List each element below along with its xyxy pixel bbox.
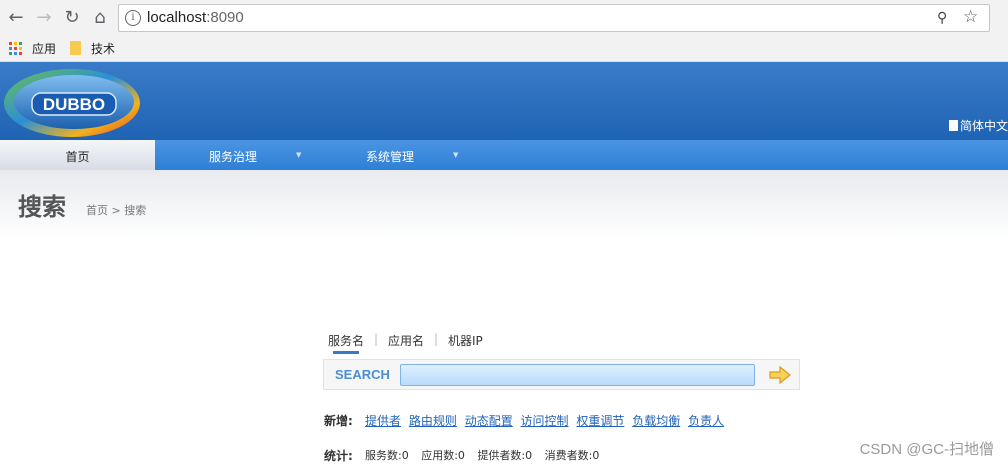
- breadcrumb[interactable]: 首页 > 搜索: [86, 202, 146, 218]
- page-title: 搜索: [18, 193, 66, 221]
- menu-home[interactable]: 首页: [0, 140, 155, 170]
- tab-separator: |: [374, 332, 379, 346]
- forward-icon[interactable]: →: [34, 8, 54, 28]
- bookmark-apps[interactable]: 应用: [32, 40, 56, 57]
- language-switch[interactable]: 简体中文: [948, 117, 1008, 134]
- menu-system-management[interactable]: 系统管理: [366, 140, 414, 170]
- address-bar[interactable]: i localhost:8090 ⚲ ☆: [118, 4, 990, 32]
- language-label: 简体中文: [959, 119, 1008, 133]
- statistics: 服务数:0 应用数:0 提供者数:0 消费者数:0: [365, 447, 608, 463]
- dropdown-arrow-icon[interactable]: ▼: [453, 151, 458, 159]
- add-provider-link[interactable]: 提供者: [365, 414, 401, 428]
- apps-grid-icon[interactable]: [9, 42, 22, 55]
- url-port: :8090: [206, 9, 244, 26]
- application-count: 应用数:0: [421, 449, 465, 462]
- document-icon: [948, 120, 958, 131]
- tab-application-name[interactable]: 应用名: [388, 332, 424, 349]
- tab-separator: |: [434, 332, 439, 346]
- url-host: localhost: [147, 9, 207, 26]
- back-icon[interactable]: ←: [6, 8, 26, 28]
- search-arrow-icon[interactable]: [769, 366, 791, 384]
- tab-machine-ip[interactable]: 机器IP: [448, 332, 483, 349]
- provider-count: 提供者数:0: [477, 449, 533, 462]
- home-icon[interactable]: ⌂: [90, 8, 110, 28]
- consumer-count: 消费者数:0: [544, 449, 600, 462]
- site-header: DUBBO 简体中文: [0, 62, 1008, 140]
- menu-service-governance[interactable]: 服务治理: [209, 140, 257, 170]
- add-new-links: 提供者 路由规则 动态配置 访问控制 权重调节 负载均衡 负责人: [365, 412, 728, 429]
- add-owner-link[interactable]: 负责人: [688, 414, 724, 428]
- logo-text: DUBBO: [43, 95, 105, 114]
- search-input[interactable]: [400, 364, 755, 386]
- browser-toolbar: ← → ↻ ⌂ i localhost:8090 ⚲ ☆: [0, 0, 1008, 36]
- service-count: 服务数:0: [365, 449, 409, 462]
- add-load-balance-link[interactable]: 负载均衡: [632, 414, 680, 428]
- reload-icon[interactable]: ↻: [62, 8, 82, 28]
- folder-icon[interactable]: [70, 41, 81, 55]
- title-band: [0, 170, 1008, 240]
- watermark: CSDN @GC-扫地僧: [859, 441, 994, 458]
- search-box: SEARCH: [323, 359, 800, 390]
- add-access-control-link[interactable]: 访问控制: [521, 414, 569, 428]
- bookmark-tech[interactable]: 技术: [91, 40, 115, 57]
- statistics-label: 统计:: [324, 449, 353, 463]
- star-icon[interactable]: ☆: [963, 7, 978, 27]
- search-label: SEARCH: [335, 367, 390, 382]
- add-dynamic-config-link[interactable]: 动态配置: [465, 414, 513, 428]
- add-new-label: 新增:: [324, 414, 353, 428]
- dropdown-arrow-icon[interactable]: ▼: [296, 151, 301, 159]
- add-route-rule-link[interactable]: 路由规则: [409, 414, 457, 428]
- main-menu: 首页 服务治理 ▼ 系统管理 ▼: [0, 140, 1008, 170]
- key-icon[interactable]: ⚲: [937, 10, 947, 26]
- url-text[interactable]: localhost:8090: [147, 9, 244, 26]
- info-icon[interactable]: i: [125, 10, 141, 26]
- bookmarks-bar: 应用 技术: [0, 36, 1008, 62]
- add-weight-adjust-link[interactable]: 权重调节: [576, 414, 624, 428]
- dubbo-logo[interactable]: DUBBO: [2, 65, 144, 139]
- tab-service-name[interactable]: 服务名: [328, 332, 364, 349]
- active-tab-indicator: [333, 351, 359, 354]
